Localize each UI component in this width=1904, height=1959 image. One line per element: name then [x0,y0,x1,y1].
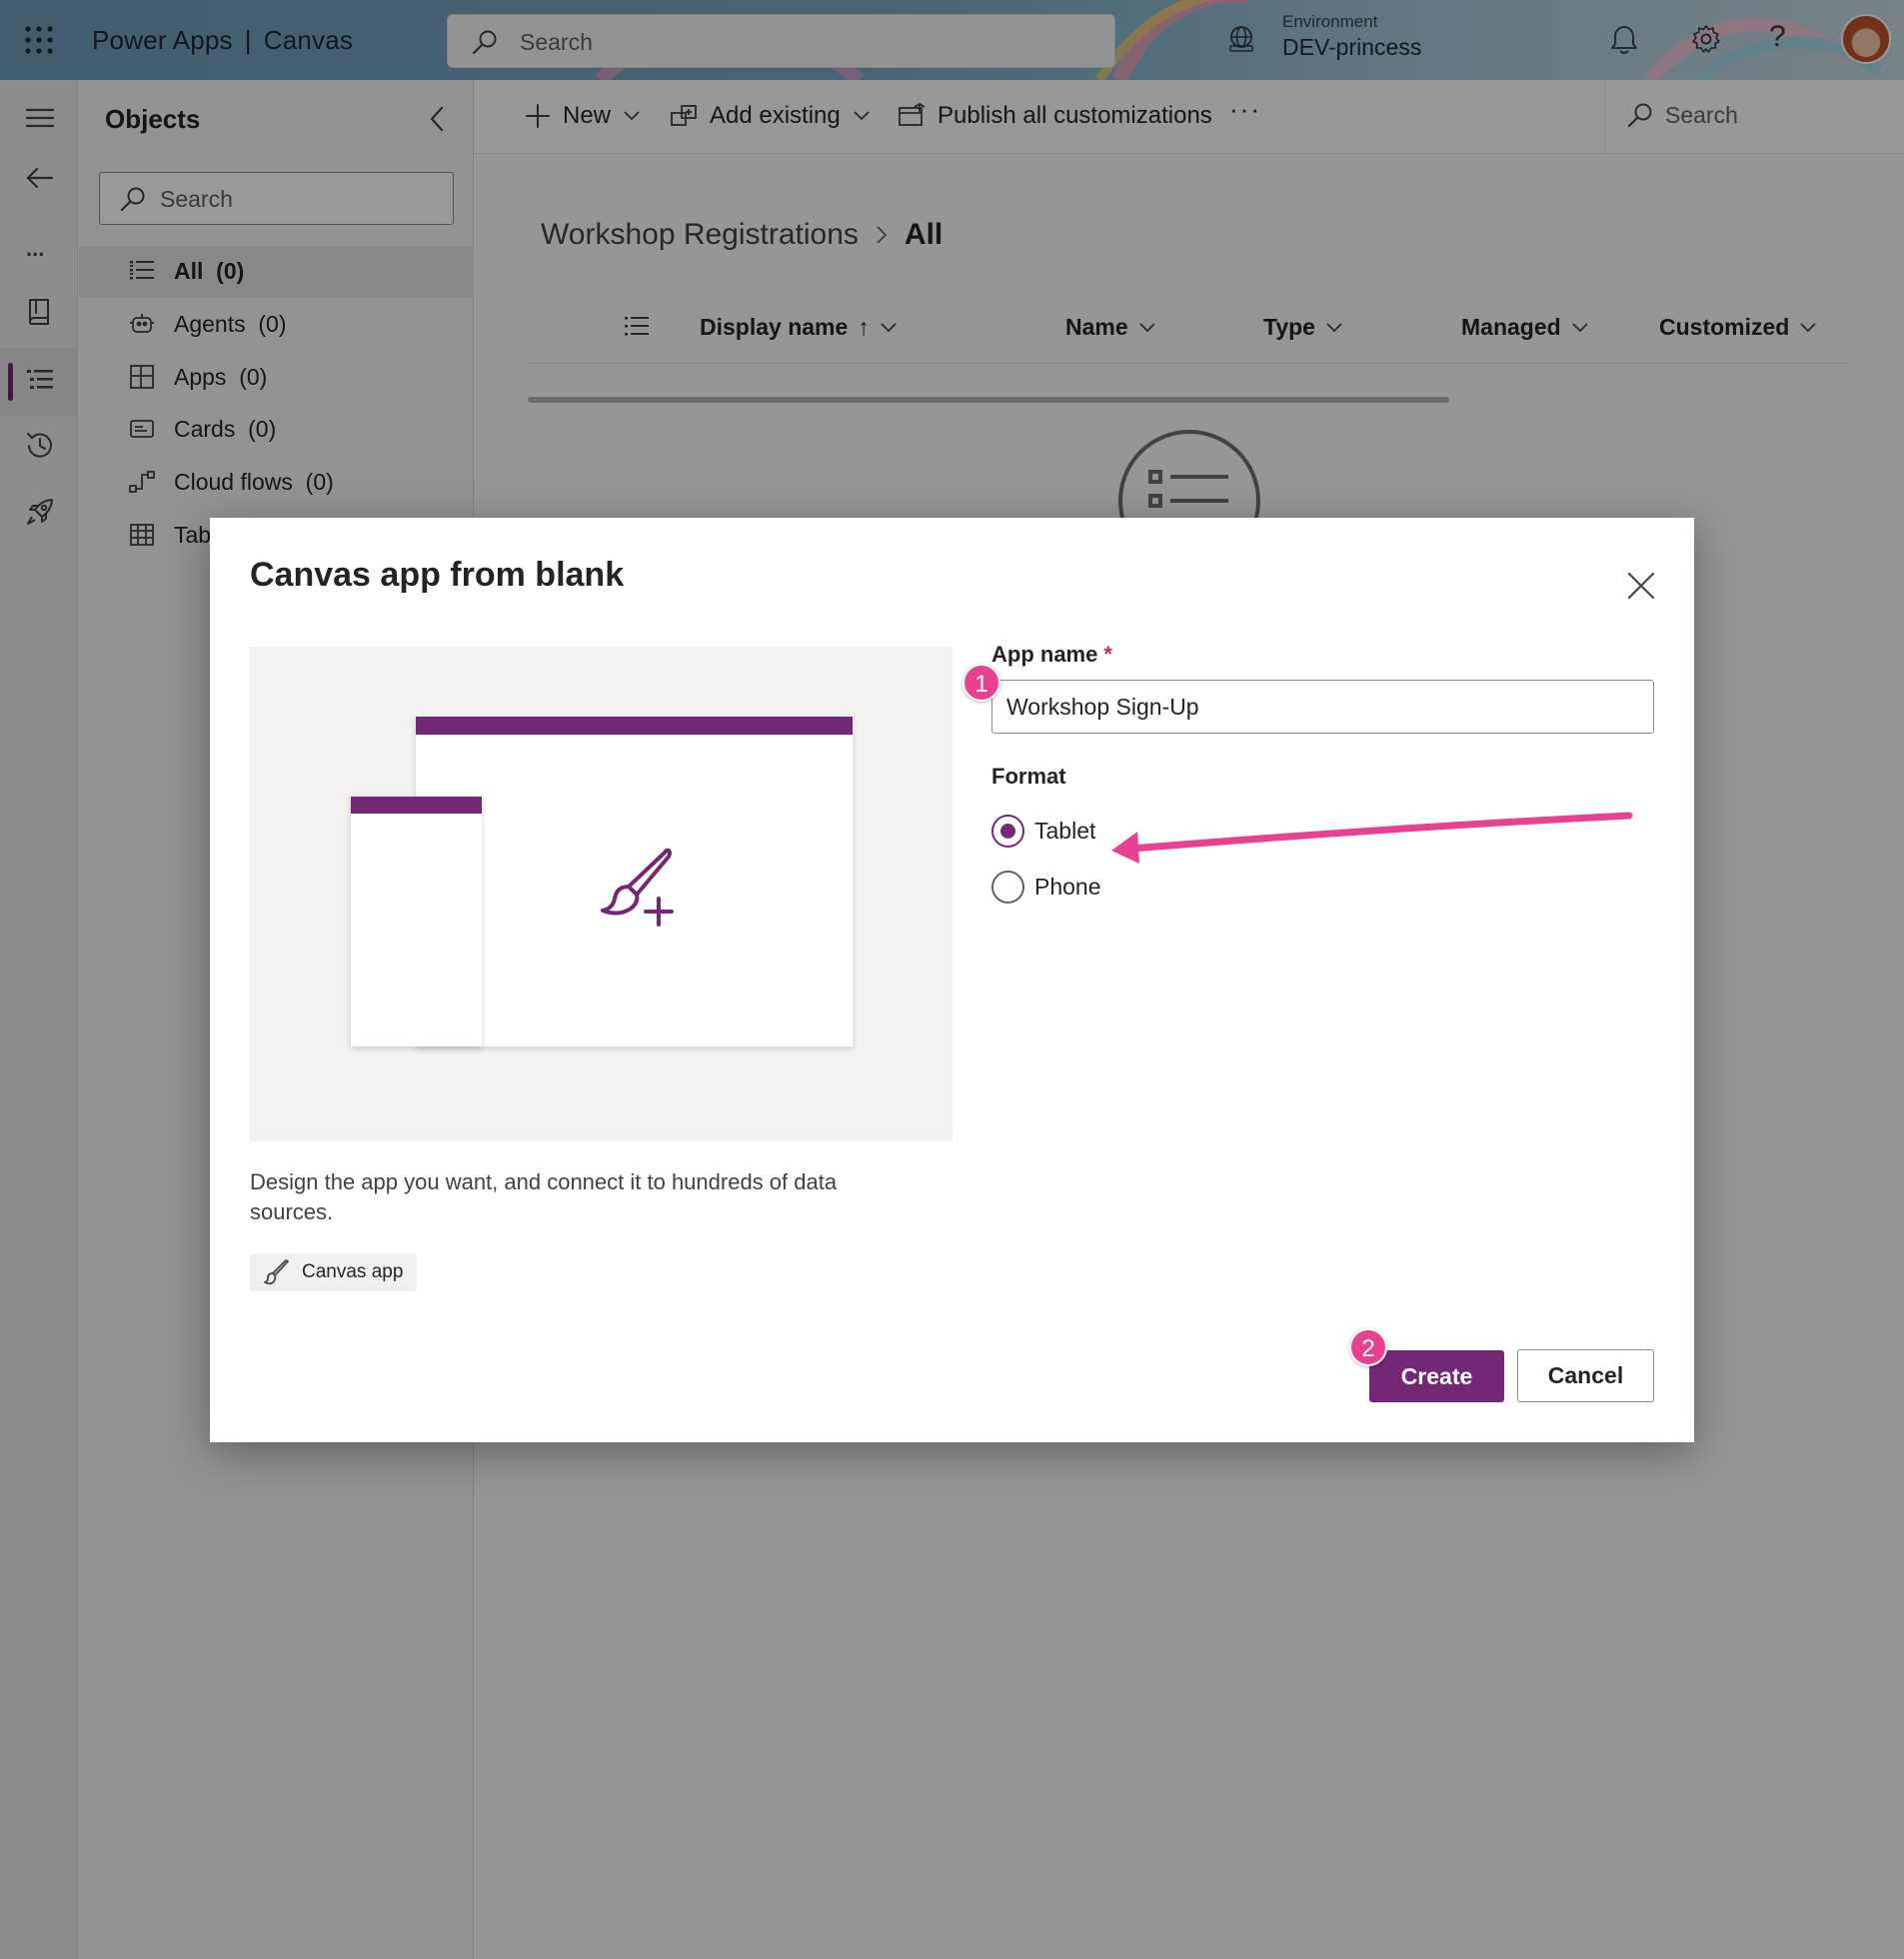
tablet-frame-header [416,717,853,735]
dialog-description: Design the app you want, and connect it … [250,1169,838,1224]
canvas-app-dialog: Canvas app from blank Design the app you… [210,518,1694,1442]
required-indicator: * [1103,642,1112,667]
format-option-phone[interactable]: Phone [991,871,1101,904]
radio-tablet[interactable] [991,815,1024,848]
canvas-preview-illustration [250,647,952,1141]
format-option-label: Tablet [1034,818,1096,844]
format-option-tablet[interactable]: Tablet [991,815,1095,848]
create-button[interactable]: Create [1369,1350,1504,1402]
app-name-input[interactable] [991,680,1654,734]
app-name-label-text: App name [991,642,1098,667]
annotation-arrow [1111,812,1633,864]
paintbrush-icon [264,1259,289,1285]
annotation-badge-2: 2 [1349,1328,1387,1366]
format-label: Format [991,764,1066,789]
canvas-app-tag-label: Canvas app [302,1261,404,1282]
dialog-title: Canvas app from blank [250,556,625,594]
paintbrush-add-icon [601,848,674,927]
close-icon[interactable] [1625,570,1657,602]
radio-phone[interactable] [991,871,1024,904]
canvas-app-tag: Canvas app [250,1253,418,1291]
format-option-label: Phone [1034,874,1101,900]
app-name-label: App name * [991,642,1112,668]
annotation-badge-1: 1 [962,664,1000,702]
phone-frame-header [351,797,482,814]
phone-frame [351,797,482,1046]
cancel-button[interactable]: Cancel [1517,1349,1654,1402]
